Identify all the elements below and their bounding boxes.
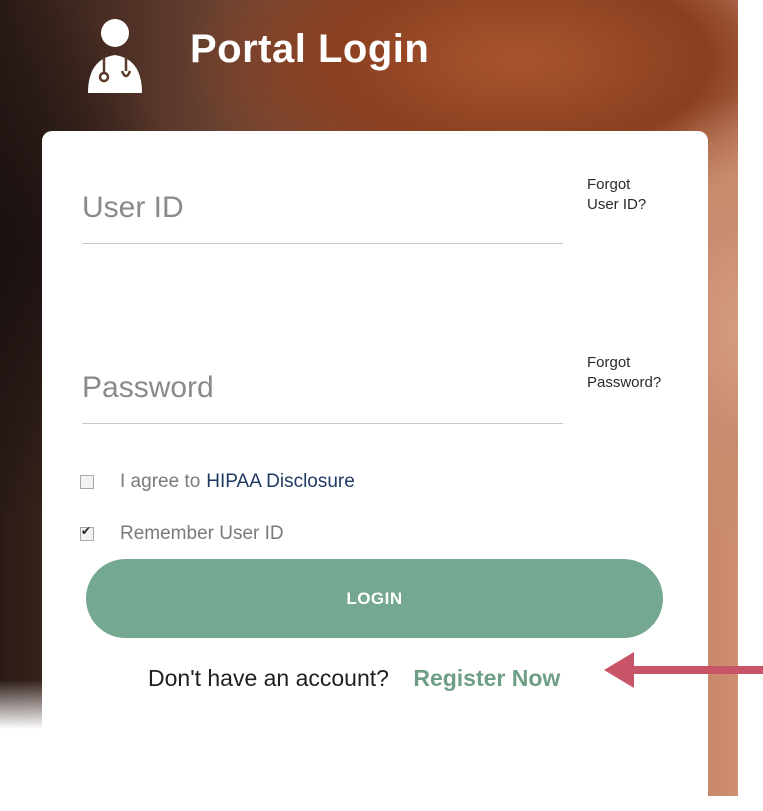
forgot-password-link[interactable]: Forgot Password? (587, 353, 661, 393)
login-card: Forgot User ID? Forgot Password? I agree… (42, 131, 708, 811)
bottom-edge (0, 796, 763, 803)
forgot-user-id-line2: User ID? (587, 196, 647, 213)
doctor-icon (88, 19, 142, 93)
register-now-link[interactable]: Register Now (413, 665, 560, 691)
page-title: Portal Login (190, 26, 430, 71)
remember-user-id-row: Remember User ID (80, 523, 284, 545)
left-arrow-icon (604, 652, 763, 688)
portal-header: Portal Login (84, 10, 429, 100)
forgot-user-id-line1: Forgot (587, 176, 631, 193)
login-button[interactable]: LOGIN (86, 559, 663, 638)
hipaa-checkbox[interactable] (80, 475, 94, 489)
hipaa-prefix-label: I agree to (120, 471, 201, 492)
user-id-input[interactable] (82, 191, 563, 225)
remember-user-id-label: Remember User ID (120, 523, 284, 544)
user-id-field[interactable] (82, 191, 563, 244)
forgot-user-id-link[interactable]: Forgot User ID? (587, 175, 646, 215)
remember-user-id-checkbox[interactable] (80, 524, 94, 541)
hipaa-disclosure-link[interactable]: HIPAA Disclosure (206, 471, 355, 493)
forgot-password-line2: Password? (587, 374, 662, 391)
password-field[interactable] (82, 371, 563, 424)
hipaa-agreement-row: I agree to HIPAA Disclosure (80, 471, 355, 493)
register-prompt: Don't have an account? Register Now (148, 665, 560, 692)
forgot-password-line1: Forgot (587, 354, 631, 371)
no-account-text: Don't have an account? (148, 665, 389, 691)
password-input[interactable] (82, 371, 563, 405)
